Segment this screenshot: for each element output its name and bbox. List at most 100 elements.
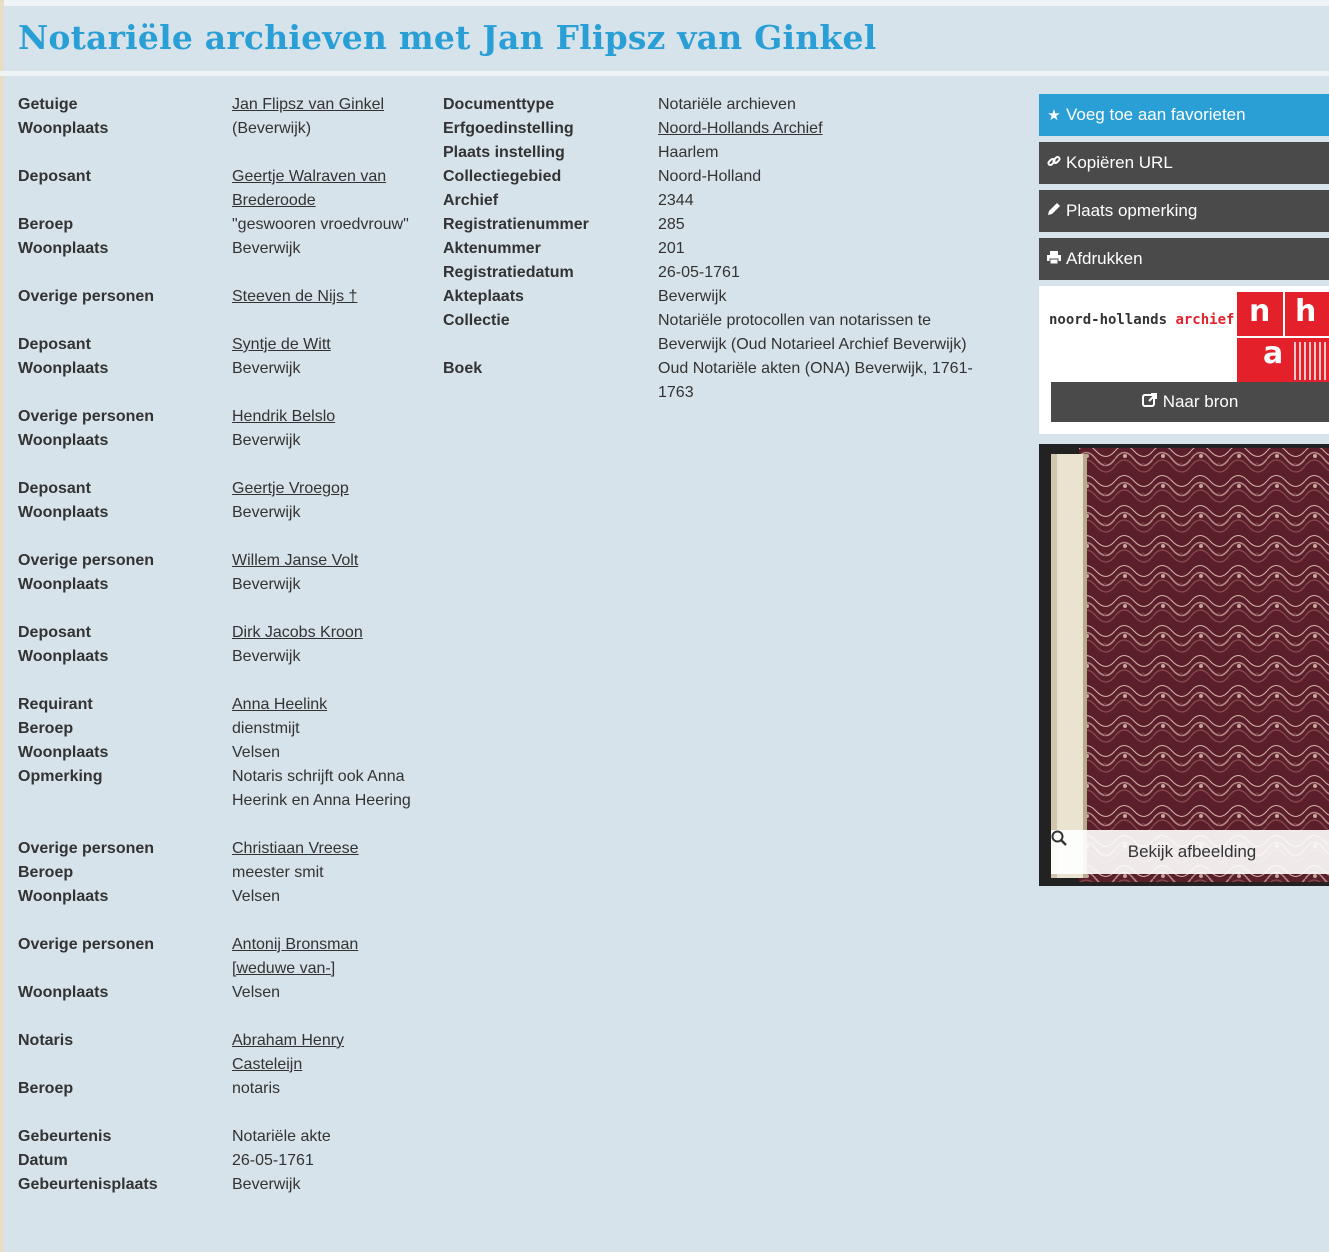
document-field-row: Documenttype Notariële archieven — [443, 93, 1003, 117]
field-label: Beroep — [18, 864, 74, 881]
person-link[interactable]: Willem Janse Volt — [232, 549, 412, 573]
person-group: Overige personen Steeven de Nijs † — [18, 285, 428, 309]
person-link[interactable]: Jan Flipsz van Ginkel — [232, 93, 412, 117]
person-field-row: Getuige Jan Flipsz van Ginkel — [18, 93, 428, 117]
top-border — [0, 0, 1329, 6]
field-label: Overige personen — [18, 552, 155, 569]
field-value: Velsen — [232, 888, 281, 905]
field-value: meester smit — [232, 864, 324, 881]
person-field-row: Deposant Geertje Vroegop — [18, 477, 428, 501]
person-link[interactable]: Antonij Bronsman [weduwe van-] — [232, 933, 412, 981]
add-remark-button[interactable]: Plaats opmerking — [1039, 190, 1329, 232]
person-field-row: Woonplaats (Beverwijk) — [18, 117, 428, 141]
person-group: Deposant Geertje Vroegop Woonplaats Beverwi… — [18, 477, 428, 525]
field-value: Beverwijk — [232, 360, 301, 377]
field-value: 285 — [658, 216, 685, 233]
book-cover-image[interactable]: Bekijk afbeelding — [1039, 444, 1329, 886]
field-label: Overige personen — [18, 288, 155, 305]
person-field-row: Woonplaats Velsen — [18, 741, 428, 765]
field-label: Aktenummer — [443, 240, 541, 257]
field-label: Registratiedatum — [443, 264, 574, 281]
archive-logo-text: noord-hollands archief — [1049, 312, 1235, 328]
person-field-row: Overige personen Willem Janse Volt — [18, 549, 428, 573]
field-label: Woonplaats — [18, 240, 109, 257]
sidebar: ★ Voeg toe aan favorieten Kopiëren URL P… — [1039, 94, 1329, 886]
field-value: Notaris schrijft ook Anna Heerink en Ann… — [232, 768, 411, 809]
person-field-row: Overige personen Steeven de Nijs † — [18, 285, 428, 309]
field-value: notaris — [232, 1080, 281, 1097]
field-label: Woonplaats — [18, 360, 109, 377]
person-link[interactable]: Abraham Henry Casteleijn — [232, 1029, 412, 1077]
field-label: Woonplaats — [18, 888, 109, 905]
document-link[interactable]: Noord-Hollands Archief — [658, 117, 1003, 141]
person-link[interactable]: Syntje de Witt — [232, 333, 412, 357]
person-link[interactable]: Geertje Walraven van Brederoode — [232, 165, 412, 213]
field-label: Collectiegebied — [443, 168, 562, 185]
add-to-favorites-button[interactable]: ★ Voeg toe aan favorieten — [1039, 94, 1329, 136]
field-label: Boek — [443, 360, 483, 377]
field-label: Akteplaats — [443, 288, 524, 305]
person-field-row: Woonplaats Beverwijk — [18, 573, 428, 597]
person-field-row: Woonplaats Beverwijk — [18, 645, 428, 669]
person-field-row: Overige personen Christiaan Vreese — [18, 837, 428, 861]
field-label: Erfgoedinstelling — [443, 120, 574, 137]
field-value: Oud Notariële akten (ONA) Beverwijk, 176… — [658, 360, 973, 401]
person-field-row: Beroep notaris — [18, 1077, 428, 1101]
document-field-row: Aktenummer 201 — [443, 237, 1003, 261]
field-label: Beroep — [18, 720, 74, 737]
field-value: Notariële protocollen van notarissen te … — [658, 312, 967, 353]
field-value: Beverwijk — [232, 432, 301, 449]
field-label: Deposant — [18, 480, 91, 497]
view-image-button[interactable]: Bekijk afbeelding — [1051, 830, 1329, 874]
person-group: Overige personen Christiaan Vreese Beroep m… — [18, 837, 428, 909]
field-label: Requirant — [18, 696, 93, 713]
field-value: Beverwijk — [232, 648, 301, 665]
field-value: "geswooren vroedvrouw" — [232, 216, 409, 233]
field-value: Beverwijk — [232, 1176, 301, 1193]
field-label: Plaats instelling — [443, 144, 565, 161]
person-field-row: Beroep meester smit — [18, 861, 428, 885]
field-label: Deposant — [18, 624, 91, 641]
person-link[interactable]: Dirk Jacobs Kroon — [232, 621, 412, 645]
link-icon — [1045, 154, 1063, 172]
field-label: Woonplaats — [18, 744, 109, 761]
person-field-row: Woonplaats Beverwijk — [18, 429, 428, 453]
document-field-row: Erfgoedinstelling Noord-Hollands Archief — [443, 117, 1003, 141]
field-label: Deposant — [18, 336, 91, 353]
field-label: Documenttype — [443, 96, 555, 113]
person-field-row: Woonplaats Velsen — [18, 981, 428, 1005]
person-link[interactable]: Hendrik Belslo — [232, 405, 412, 429]
archive-logo-panel: noord-hollands archief n h a Naar bron — [1039, 286, 1329, 434]
field-value: 26-05-1761 — [232, 1152, 314, 1169]
person-link[interactable]: Anna Heelink — [232, 693, 412, 717]
document-field-row: Plaats instelling Haarlem — [443, 141, 1003, 165]
person-group: Overige personen Willem Janse Volt Woonpla… — [18, 549, 428, 597]
person-link[interactable]: Geertje Vroegop — [232, 477, 412, 501]
person-group: Deposant Dirk Jacobs Kroon Woonplaats Bever… — [18, 621, 428, 669]
pencil-icon — [1045, 201, 1063, 221]
print-button[interactable]: Afdrukken — [1039, 238, 1329, 280]
person-link[interactable]: Steeven de Nijs † — [232, 285, 412, 309]
field-value: Notariële akte — [232, 1128, 331, 1145]
person-field-row: Datum 26-05-1761 — [18, 1149, 428, 1173]
field-label: Gebeurtenisplaats — [18, 1176, 158, 1193]
person-group: Getuige Jan Flipsz van Ginkel Woonplaats (B… — [18, 93, 428, 141]
person-link[interactable]: Christiaan Vreese — [232, 837, 412, 861]
person-field-row: Deposant Dirk Jacobs Kroon — [18, 621, 428, 645]
field-label: Opmerking — [18, 768, 103, 785]
person-field-row: Overige personen Hendrik Belslo — [18, 405, 428, 429]
copy-url-button[interactable]: Kopiëren URL — [1039, 142, 1329, 184]
person-field-row: Woonplaats Velsen — [18, 885, 428, 909]
person-field-row: Requirant Anna Heelink — [18, 693, 428, 717]
field-value: dienstmijt — [232, 720, 300, 737]
go-to-source-label: Naar bron — [1162, 392, 1239, 411]
person-field-row: Deposant Syntje de Witt — [18, 333, 428, 357]
view-image-label: Bekijk afbeelding — [1127, 842, 1257, 861]
field-value: Beverwijk — [658, 288, 727, 305]
print-label: Afdrukken — [1066, 249, 1143, 268]
external-link-icon — [1141, 392, 1158, 413]
go-to-source-button[interactable]: Naar bron — [1051, 382, 1329, 422]
document-field-row: Akteplaats Beverwijk — [443, 285, 1003, 309]
document-details-column: Documenttype Notariële archieven Erfgoedin… — [443, 93, 1003, 405]
field-label: Woonplaats — [18, 576, 109, 593]
